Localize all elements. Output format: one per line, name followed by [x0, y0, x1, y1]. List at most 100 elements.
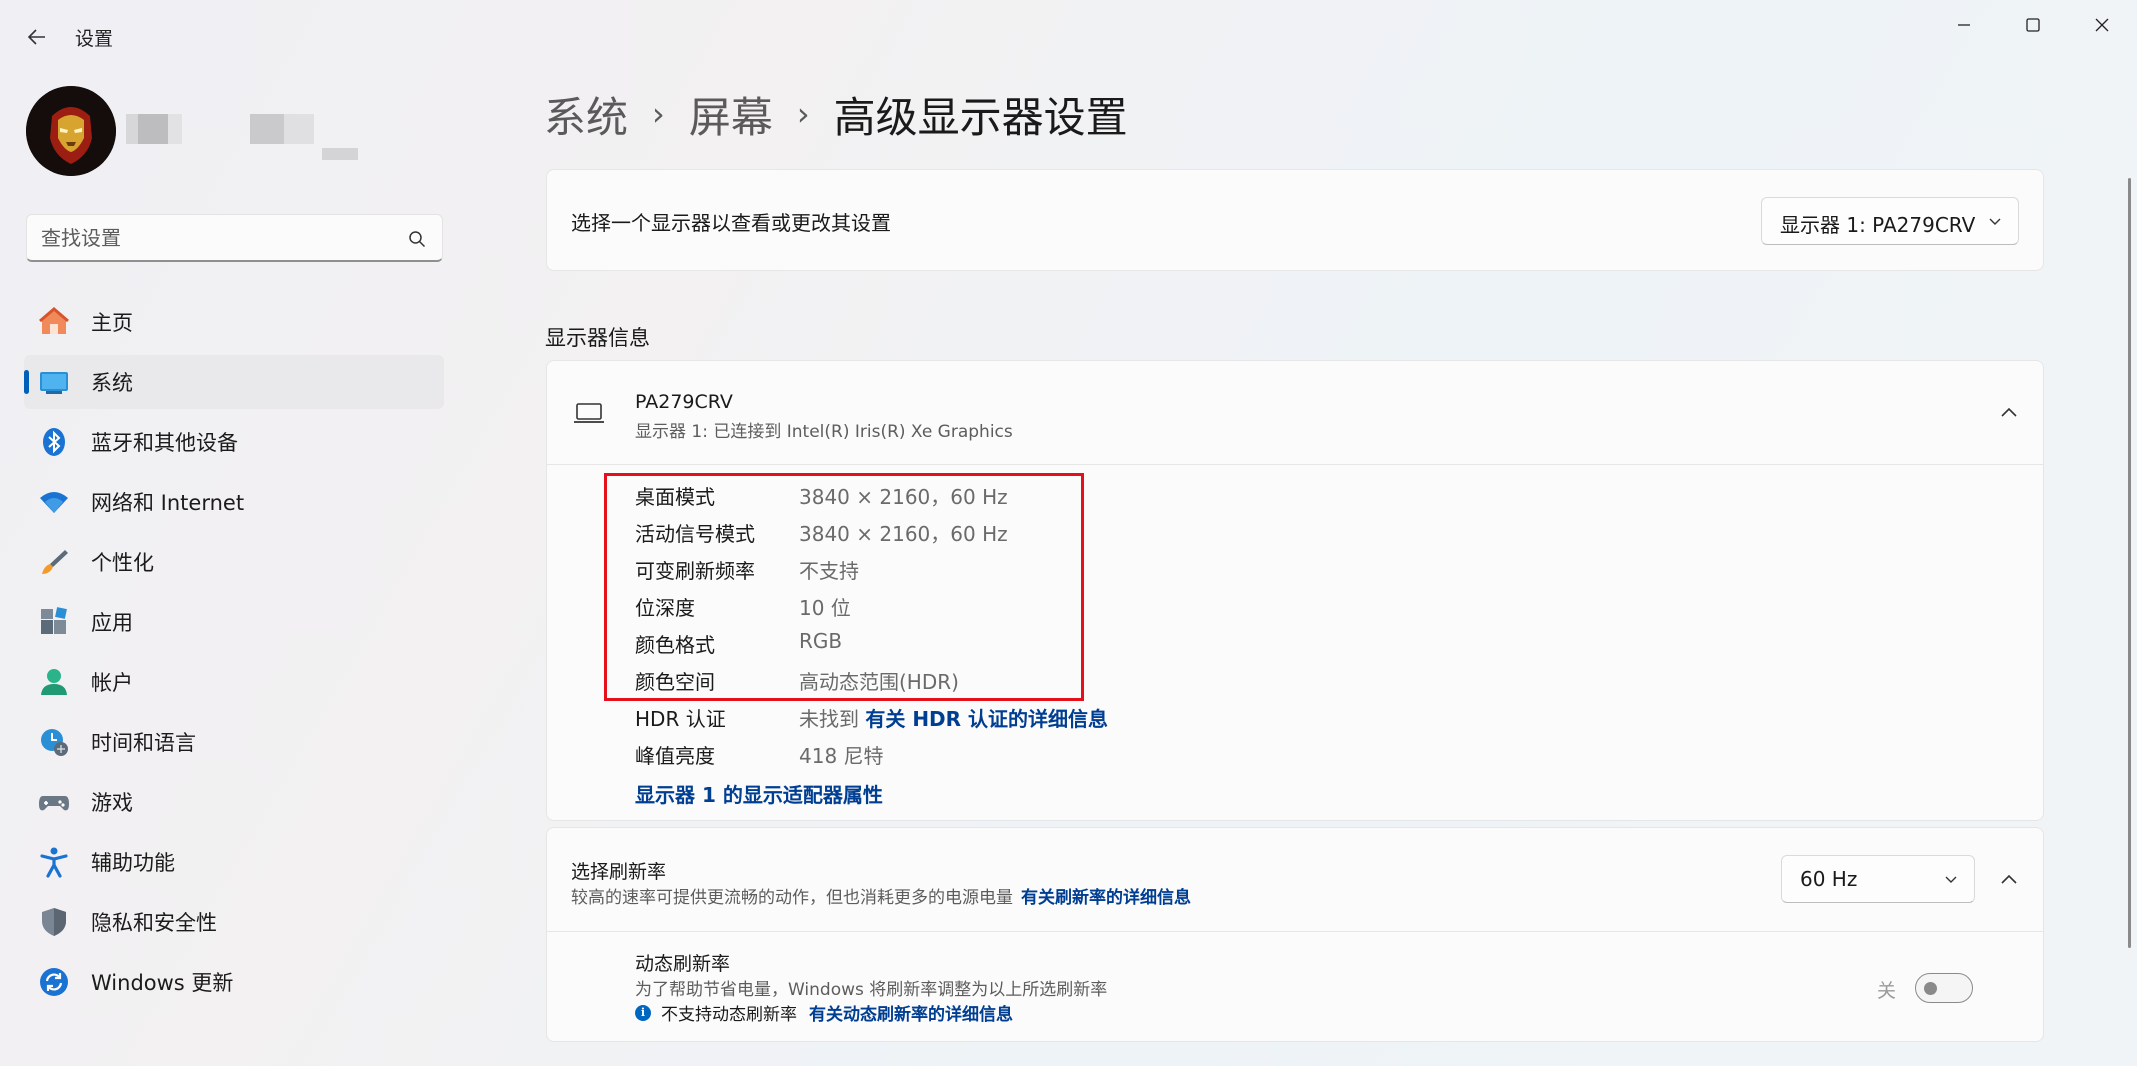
info-key: HDR 认证 — [635, 707, 726, 731]
sidebar-item-apps[interactable]: 应用 — [24, 595, 444, 649]
refresh-rate-header: 选择刷新率 较高的速率可提供更流畅的动作，但也消耗更多的电源电量 有关刷新率的详细… — [547, 828, 2043, 932]
app-title: 设置 — [75, 28, 114, 50]
sidebar-item-label: 网络和 Internet — [91, 491, 245, 515]
select-display-label: 选择一个显示器以查看或更改其设置 — [571, 211, 891, 235]
sidebar-item-gaming[interactable]: 游戏 — [24, 775, 444, 829]
display-dropdown-value: 显示器 1: PA279CRV — [1780, 213, 1976, 237]
display-connection: 显示器 1: 已连接到 Intel(R) Iris(R) Xe Graphics — [635, 422, 1013, 442]
toggle-knob — [1924, 982, 1937, 995]
sidebar-item-accessibility[interactable]: 辅助功能 — [24, 835, 444, 889]
dynamic-refresh-note-text: 不支持动态刷新率 — [661, 1005, 797, 1025]
brush-icon — [38, 546, 70, 578]
sidebar-item-label: 主页 — [91, 311, 133, 335]
search-icon[interactable] — [408, 230, 426, 248]
sidebar-item-label: 系统 — [91, 371, 133, 395]
chevron-up-icon[interactable] — [1997, 868, 2021, 892]
refresh-rate-title: 选择刷新率 — [571, 861, 667, 883]
iron-man-avatar-icon — [26, 86, 116, 176]
breadcrumb-system[interactable]: 系统 — [544, 84, 628, 145]
refresh-rate-description: 较高的速率可提供更流畅的动作，但也消耗更多的电源电量 有关刷新率的详细信息 — [571, 883, 1191, 908]
refresh-rate-description-text: 较高的速率可提供更流畅的动作，但也消耗更多的电源电量 — [571, 888, 1013, 908]
info-row-peak-brightness: 峰值亮度 418 尼特 — [635, 740, 1335, 777]
hdr-certification-link[interactable]: 有关 HDR 认证的详细信息 — [865, 707, 1108, 731]
section-title-display-info: 显示器信息 — [545, 326, 650, 350]
display-dropdown[interactable]: 显示器 1: PA279CRV — [1761, 197, 2019, 245]
maximize-button[interactable] — [2007, 8, 2059, 42]
sidebar-item-label: 游戏 — [91, 791, 133, 815]
display-adapter-properties-link[interactable]: 显示器 1 的显示适配器属性 — [635, 779, 883, 808]
user-name-redacted — [126, 112, 361, 164]
sidebar-item-label: 蓝牙和其他设备 — [91, 431, 238, 455]
search-box[interactable] — [26, 214, 443, 262]
refresh-rate-dropdown-value: 60 Hz — [1800, 867, 1858, 891]
breadcrumb: 系统 › 屏幕 › 高级显示器设置 — [544, 82, 1128, 146]
info-icon: i — [635, 1004, 651, 1021]
close-icon — [2095, 18, 2109, 32]
dynamic-refresh-toggle[interactable] — [1915, 973, 1973, 1003]
info-row-hdr-certification: HDR 认证 未找到 有关 HDR 认证的详细信息 — [635, 703, 1335, 740]
gamepad-icon — [38, 786, 70, 818]
sidebar-item-network[interactable]: 网络和 Internet — [24, 475, 444, 529]
sidebar-item-label: 帐户 — [91, 671, 133, 695]
sidebar-item-windows-update[interactable]: Windows 更新 — [24, 955, 444, 1009]
sidebar-item-label: 辅助功能 — [91, 851, 175, 875]
refresh-rate-card: 选择刷新率 较高的速率可提供更流畅的动作，但也消耗更多的电源电量 有关刷新率的详细… — [546, 827, 2044, 1042]
info-value: 未找到 — [799, 707, 859, 731]
sidebar-item-label: 时间和语言 — [91, 731, 196, 755]
chevron-right-icon: › — [652, 95, 665, 133]
close-button[interactable] — [2076, 8, 2128, 42]
sidebar-item-bluetooth[interactable]: 蓝牙和其他设备 — [24, 415, 444, 469]
refresh-rate-details-link[interactable]: 有关刷新率的详细信息 — [1021, 888, 1191, 908]
sidebar-item-label: 应用 — [91, 611, 133, 635]
sidebar-nav: 主页 系统 蓝牙和其他设备 网络和 Internet 个性化 应用 帐户 时间和… — [24, 295, 444, 1015]
apps-icon — [38, 606, 70, 638]
avatar[interactable] — [26, 86, 116, 176]
system-icon — [38, 366, 70, 398]
home-icon — [38, 306, 70, 338]
chevron-up-icon[interactable] — [1997, 401, 2021, 425]
laptop-icon — [574, 403, 604, 423]
scrollbar[interactable] — [2128, 178, 2131, 948]
sidebar-item-system[interactable]: 系统 — [24, 355, 444, 409]
sidebar-item-privacy[interactable]: 隐私和安全性 — [24, 895, 444, 949]
sidebar-item-label: 隐私和安全性 — [91, 911, 217, 935]
wifi-icon — [38, 486, 70, 518]
info-key: 峰值亮度 — [635, 744, 715, 768]
active-indicator — [24, 370, 29, 394]
bluetooth-icon — [38, 426, 70, 458]
chevron-right-icon: › — [796, 95, 810, 133]
shield-icon — [38, 906, 70, 938]
dynamic-refresh-note: i 不支持动态刷新率 有关动态刷新率的详细信息 — [635, 1000, 1013, 1025]
back-arrow-icon — [28, 29, 45, 45]
accessibility-icon — [38, 846, 70, 878]
sidebar-item-home[interactable]: 主页 — [24, 295, 444, 349]
back-button[interactable] — [20, 20, 54, 54]
chevron-down-icon — [1989, 218, 2001, 225]
breadcrumb-display[interactable]: 屏幕 — [689, 84, 773, 145]
highlight-annotation-box — [604, 473, 1084, 701]
info-value-group: 未找到 有关 HDR 认证的详细信息 — [799, 703, 1108, 732]
account-icon — [38, 666, 70, 698]
sidebar-item-label: Windows 更新 — [91, 971, 234, 995]
chevron-down-icon — [1945, 876, 1957, 883]
sidebar-item-label: 个性化 — [91, 551, 154, 575]
sidebar-item-accounts[interactable]: 帐户 — [24, 655, 444, 709]
update-icon — [38, 966, 70, 998]
display-name: PA279CRV — [635, 391, 733, 413]
page-title: 高级显示器设置 — [833, 92, 1128, 142]
sidebar-item-time-language[interactable]: 时间和语言 — [24, 715, 444, 769]
minimize-button[interactable] — [1938, 8, 1990, 42]
toggle-state-label: 关 — [1877, 980, 1897, 1002]
display-info-header[interactable]: PA279CRV 显示器 1: 已连接到 Intel(R) Iris(R) Xe… — [547, 361, 2043, 465]
dynamic-refresh-details-link[interactable]: 有关动态刷新率的详细信息 — [809, 1000, 1013, 1025]
dynamic-refresh-description: 为了帮助节省电量，Windows 将刷新率调整为以上所选刷新率 — [635, 980, 1108, 1000]
refresh-rate-dropdown[interactable]: 60 Hz — [1781, 855, 1975, 903]
time-language-icon — [38, 726, 70, 758]
maximize-icon — [2026, 18, 2040, 32]
search-input[interactable] — [41, 224, 391, 252]
minimize-icon — [1958, 24, 1970, 26]
select-display-card: 选择一个显示器以查看或更改其设置 显示器 1: PA279CRV — [546, 169, 2044, 271]
sidebar-item-personalization[interactable]: 个性化 — [24, 535, 444, 589]
title-bar: 设置 — [0, 0, 2137, 60]
dynamic-refresh-title: 动态刷新率 — [635, 953, 731, 975]
